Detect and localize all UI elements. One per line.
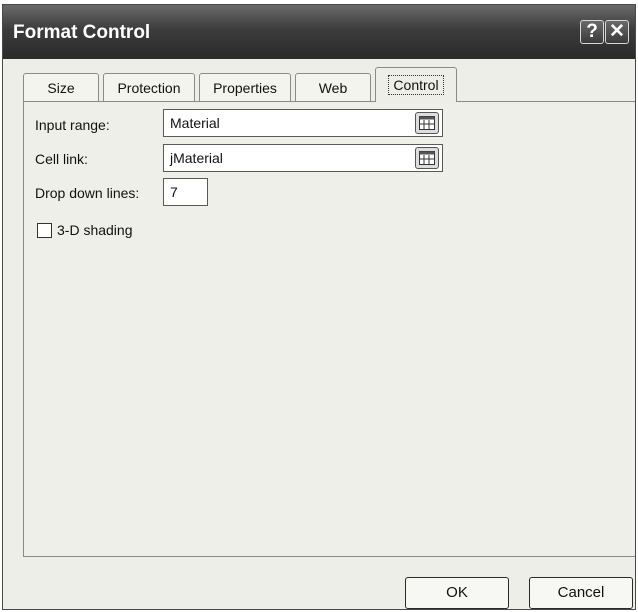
format-control-dialog: Format Control ? ✕ Size Protection Prope… (2, 4, 636, 610)
input-range-field[interactable]: Material (163, 109, 443, 137)
drop-down-lines-label: Drop down lines: (35, 185, 140, 201)
close-button[interactable]: ✕ (605, 20, 629, 44)
range-picker-icon (419, 151, 435, 165)
cell-link-field[interactable]: jMaterial (163, 144, 443, 172)
title-bar[interactable]: Format Control ? ✕ (3, 5, 635, 59)
cell-link-picker-button[interactable] (415, 147, 439, 169)
input-range-label: Input range: (35, 117, 110, 133)
tab-size[interactable]: Size (23, 73, 99, 102)
drop-down-lines-field[interactable]: 7 (163, 178, 208, 206)
ok-button[interactable]: OK (405, 577, 509, 609)
help-button[interactable]: ? (580, 20, 604, 44)
range-picker-icon (419, 116, 435, 130)
tab-properties[interactable]: Properties (199, 73, 291, 102)
3d-shading-checkbox[interactable] (37, 223, 52, 238)
dialog-title: Format Control (13, 22, 151, 43)
cancel-button[interactable]: Cancel (529, 577, 633, 609)
tab-web[interactable]: Web (295, 73, 371, 102)
tab-control[interactable]: Control (375, 67, 457, 102)
tab-protection[interactable]: Protection (103, 73, 195, 102)
3d-shading-label[interactable]: 3-D shading (57, 222, 133, 238)
input-range-picker-button[interactable] (415, 112, 439, 134)
cell-link-label: Cell link: (35, 151, 88, 167)
